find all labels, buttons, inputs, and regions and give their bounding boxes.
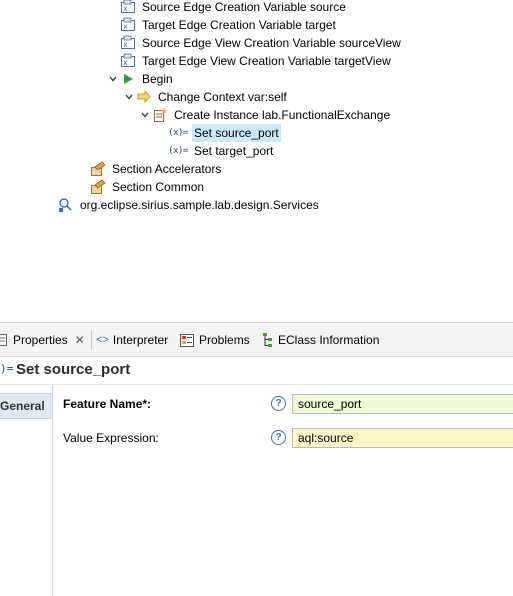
variable-icon: x (120, 0, 136, 15)
svg-text:x: x (123, 22, 128, 31)
variable-icon: x (120, 53, 136, 69)
tree-item-services-import[interactable]: org.eclipse.sirius.sample.lab.design.Ser… (58, 196, 321, 214)
close-icon[interactable]: ✕ (75, 333, 85, 347)
tree-item-label: Target Edge Creation Variable target (142, 18, 336, 32)
tree-item-label: Target Edge View Creation Variable targe… (142, 54, 391, 68)
set-variable-icon: )= (0, 362, 14, 375)
create-instance-icon (152, 107, 168, 123)
tab-label: Properties (13, 333, 68, 347)
tree-item-label: Section Common (112, 180, 205, 194)
tree-item-label: org.eclipse.sirius.sample.lab.design.Ser… (80, 198, 319, 212)
value-expression-label: Value Expression: (63, 431, 159, 445)
tab-properties[interactable]: Properties ✕ (0, 330, 85, 350)
tree-item-label: Source Edge View Creation Variable sourc… (142, 36, 401, 50)
tab-divider (91, 331, 92, 349)
tree-item-set-source-port[interactable]: (x)= Set source_port (168, 124, 281, 142)
tree-item-label: Set target_port (194, 144, 274, 158)
chevron-down-icon[interactable] (138, 106, 152, 124)
feature-name-field[interactable]: source_port (292, 394, 513, 414)
begin-play-icon (120, 71, 136, 87)
model-tree: x Source Edge Creation Variable source x… (0, 0, 513, 320)
section-icon (90, 179, 106, 195)
properties-icon (0, 333, 9, 347)
tab-eclass-information[interactable]: EClass Information (262, 330, 379, 350)
properties-section-tabs: General (0, 385, 53, 596)
problems-icon (180, 333, 195, 348)
tree-item-target-edge-view-variable[interactable]: x Target Edge View Creation Variable tar… (120, 52, 393, 70)
view-tab-bar: Properties ✕ <> Interpreter Problems ECl… (0, 323, 513, 357)
svg-text:x: x (123, 58, 128, 67)
chevron-down-icon[interactable] (106, 70, 120, 88)
tab-problems[interactable]: Problems (180, 330, 250, 350)
section-tab-general[interactable]: General (0, 393, 52, 419)
tree-item-label: Set source_port (192, 124, 281, 142)
tree-item-source-edge-variable[interactable]: x Source Edge Creation Variable source (120, 0, 348, 16)
section-icon (90, 161, 106, 177)
properties-form: Feature Name*: ? source_port Value Expre… (53, 385, 513, 596)
set-variable-icon: (x)= (168, 128, 188, 138)
value-expression-field[interactable]: aql:source (292, 428, 513, 448)
tab-label: EClass Information (278, 333, 380, 347)
chevron-down-icon[interactable] (122, 88, 136, 106)
tree-item-section-common[interactable]: Section Common (90, 178, 206, 196)
tree-item-label: Section Accelerators (112, 162, 222, 176)
tab-label: Interpreter (112, 333, 169, 347)
change-context-icon (136, 89, 152, 105)
interpreter-icon: <> (96, 334, 109, 346)
tab-interpreter[interactable]: <> Interpreter (96, 330, 168, 350)
tree-item-source-edge-view-variable[interactable]: x Source Edge View Creation Variable sou… (120, 34, 403, 52)
tree-item-target-edge-variable[interactable]: x Target Edge Creation Variable target (120, 16, 338, 34)
tree-item-label: Create Instance lab.FunctionalExchange (174, 108, 391, 122)
java-import-icon (58, 197, 74, 213)
tab-label: Problems (199, 333, 250, 347)
tree-item-label: Begin (142, 72, 173, 86)
svg-text:x: x (123, 40, 128, 49)
help-icon[interactable]: ? (271, 396, 286, 411)
variable-icon: x (120, 35, 136, 51)
section-tab-label: General (0, 399, 45, 413)
tree-item-begin[interactable]: Begin (106, 70, 175, 88)
tree-item-create-instance[interactable]: Create Instance lab.FunctionalExchange (138, 106, 392, 124)
tree-item-change-context[interactable]: Change Context var:self (122, 88, 289, 106)
properties-title: Set source_port (16, 361, 131, 378)
properties-title-bar: )= Set source_port (0, 357, 513, 385)
svg-text:x: x (123, 4, 128, 13)
tree-item-label: Change Context var:self (158, 90, 287, 104)
tree-item-label: Source Edge Creation Variable source (142, 0, 346, 14)
tree-item-section-accelerators[interactable]: Section Accelerators (90, 160, 223, 178)
feature-name-label: Feature Name*: (63, 397, 152, 411)
eclass-hierarchy-icon (262, 332, 274, 348)
tree-item-set-target-port[interactable]: (x)= Set target_port (168, 142, 275, 160)
help-icon[interactable]: ? (271, 430, 286, 445)
set-variable-icon: (x)= (168, 146, 188, 156)
variable-icon: x (120, 17, 136, 33)
